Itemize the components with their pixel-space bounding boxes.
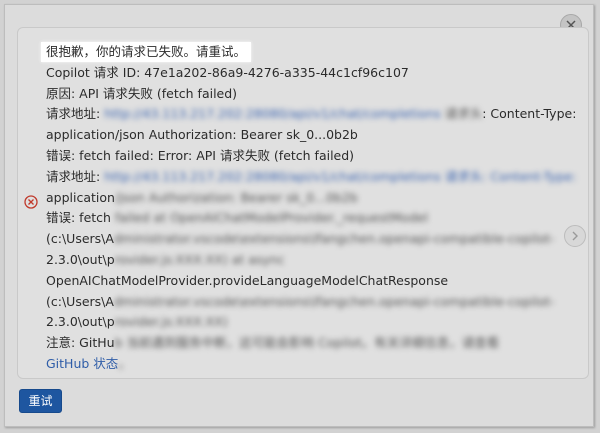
dialog-frame: 很抱歉，你的请求已失败。请重试。 Copilot 请求 ID: 47e1a202… (4, 4, 594, 427)
github-status-tail: 。 (118, 355, 131, 371)
error-message: 很抱歉，你的请求已失败。请重试。 Copilot 请求 ID: 47e1a202… (41, 42, 576, 375)
error-title: 很抱歉，你的请求已失败。请重试。 (41, 42, 252, 62)
error-line: 错误: fetch failed: Error: API 请求失败 (fetch… (46, 147, 355, 163)
version-line-2: 2.3.0\out\provider.js:XXX:XX) (46, 312, 566, 333)
request-url-label: 请求地址: (46, 106, 105, 122)
app-blurred: /json Authorization: Bearer sk_0...0b2b (114, 189, 358, 205)
request-url-blurred-2: http://43.113.217.202:28080/api/v1/chat/… (104, 168, 577, 184)
provider-line: OpenAIChatModelProvider.provideLanguageM… (46, 272, 449, 288)
request-url-line-2: 请求地址: http://43.113.217.202:28080/api/v1… (46, 167, 576, 188)
request-url-label-2: 请求地址: (46, 168, 105, 184)
error-blurred-2: failed at OpenAIChatModelProvider._reque… (114, 210, 429, 226)
error-prefix-2: 错误: fetch (46, 210, 115, 226)
path-prefix-1: (c:\Users\A (46, 231, 114, 247)
request-url-blurred: http://43.113.217.202:28080/api/v1/chat/… (104, 106, 441, 122)
reason-line: 原因: API 请求失败 (fetch failed) (46, 85, 238, 101)
error-line-2: 错误: fetch failed at OpenAIChatModelProvi… (46, 208, 566, 229)
version-prefix-2: 2.3.0\out\p (46, 314, 115, 330)
note-prefix: 注意: GitHu (46, 335, 115, 351)
github-status-line: GitHub 状态。 (46, 354, 566, 375)
github-status-link[interactable]: GitHub 状态 (46, 356, 118, 371)
chevron-right-icon (572, 231, 578, 241)
next-button[interactable] (564, 225, 586, 247)
note-blurred: b 当前遇到服务中断，这可能会影响 Copilot。有关详细信息，请查看 (114, 335, 500, 351)
path-prefix-2: (c:\Users\A (46, 293, 114, 309)
path-blurred-2: dministrator.vscode\extensions\lfangchen… (113, 293, 555, 309)
version-line-1: 2.3.0\out\provider.js:XXX:XX) at async (46, 250, 566, 271)
note-line: 注意: GitHub 当前遇到服务中断，这可能会影响 Copilot。有关详细信… (46, 333, 566, 354)
request-url-line: 请求地址: http://43.113.217.202:28080/api/v1… (46, 104, 576, 125)
path-line-1: (c:\Users\Administrator.vscode\extension… (46, 229, 566, 250)
request-header-blurred: 请求头 (444, 106, 483, 122)
error-circle-icon (24, 195, 38, 209)
version-blurred-2: rovider.js:XXX:XX) (114, 314, 228, 330)
path-blurred-1: dministrator.vscode\extensions\lfangchen… (113, 231, 555, 247)
request-id-line: Copilot 请求 ID: 47e1a202-86a9-4276-a335-4… (46, 64, 409, 80)
app-line: application/json Authorization: Bearer s… (46, 188, 566, 209)
app-prefix: application (46, 189, 115, 205)
retry-button[interactable]: 重试 (19, 389, 62, 413)
auth-line: application/json Authorization: Bearer s… (46, 127, 358, 143)
path-line-2: (c:\Users\Administrator.vscode\extension… (46, 292, 566, 313)
version-prefix-1: 2.3.0\out\p (46, 251, 115, 267)
content-type-suffix: : Content-Type: (482, 106, 577, 122)
version-blurred-1: rovider.js:XXX:XX) at async (114, 251, 285, 267)
